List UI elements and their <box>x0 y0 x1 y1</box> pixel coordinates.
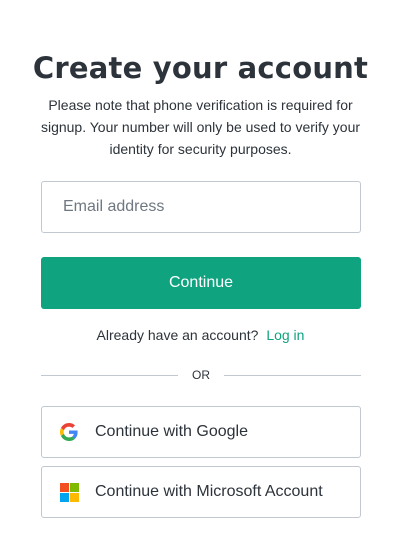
divider-line-right <box>224 375 361 376</box>
continue-with-google-button[interactable]: Continue with Google <box>41 406 361 458</box>
google-logo-icon <box>59 422 79 442</box>
google-button-label: Continue with Google <box>95 423 248 440</box>
continue-with-microsoft-button[interactable]: Continue with Microsoft Account <box>41 466 361 518</box>
login-link[interactable]: Log in <box>266 327 304 343</box>
microsoft-button-label: Continue with Microsoft Account <box>95 483 323 500</box>
signup-page: Create your account Please note that pho… <box>0 0 401 548</box>
or-divider: OR <box>41 365 361 385</box>
login-prompt-text: Already have an account? <box>96 327 259 343</box>
phone-verification-notice: Please note that phone verification is r… <box>40 97 361 157</box>
login-prompt-row: Already have an account? Log in <box>0 324 401 346</box>
microsoft-logo-icon <box>59 482 79 502</box>
page-title: Create your account <box>32 51 369 85</box>
email-field[interactable] <box>41 181 361 233</box>
continue-button[interactable]: Continue <box>41 257 361 309</box>
